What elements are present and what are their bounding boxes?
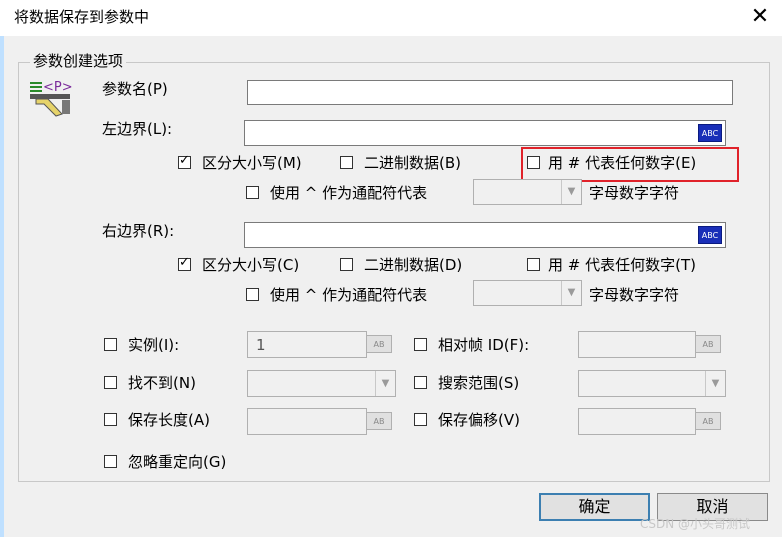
save-offset-checkbox[interactable]	[414, 413, 427, 426]
save-length-input[interactable]	[247, 408, 367, 435]
svg-text:<P>: <P>	[43, 80, 73, 95]
save-offset-label: 保存偏移(V)	[438, 411, 520, 429]
left-boundary-abc-button[interactable]: ABC	[698, 124, 722, 142]
chevron-down-icon[interactable]: ▼	[705, 371, 725, 396]
right-boundary-label: 右边界(R):	[102, 222, 175, 240]
left-wildcard-select[interactable]: ▼	[473, 179, 582, 205]
instance-checkbox[interactable]	[104, 338, 117, 351]
left-boundary-input[interactable]	[244, 120, 726, 146]
left-wildcard-suffix: 字母数字字符	[589, 184, 680, 202]
right-caret-wildcard-checkbox[interactable]	[246, 288, 259, 301]
save-length-checkbox[interactable]	[104, 413, 117, 426]
search-scope-checkbox[interactable]	[414, 376, 427, 389]
left-case-sensitive-checkbox[interactable]	[178, 153, 191, 169]
chevron-down-icon[interactable]: ▼	[561, 180, 581, 204]
watermark: CSDN @小头哥测试	[640, 517, 751, 531]
right-hash-digit-label: 用 # 代表任何数字(T)	[548, 256, 696, 274]
not-found-checkbox[interactable]	[104, 376, 117, 389]
right-wildcard-suffix: 字母数字字符	[589, 286, 680, 304]
right-binary-label: 二进制数据(D)	[364, 256, 463, 274]
instance-ab-button[interactable]: AB	[366, 335, 392, 353]
save-offset-ab-button[interactable]: AB	[695, 412, 721, 430]
right-case-sensitive-label: 区分大小写(C)	[202, 256, 300, 274]
param-name-label: 参数名(P)	[102, 80, 168, 98]
window-title: 将数据保存到参数中	[14, 8, 150, 26]
right-boundary-input[interactable]	[244, 222, 726, 248]
instance-input[interactable]: 1	[247, 331, 367, 358]
search-scope-label: 搜索范围(S)	[438, 374, 520, 392]
ok-button[interactable]: 确定	[539, 493, 650, 521]
relative-frame-input[interactable]	[578, 331, 696, 358]
save-offset-input[interactable]	[578, 408, 696, 435]
left-boundary-label: 左边界(L):	[102, 120, 173, 138]
not-found-label: 找不到(N)	[128, 374, 196, 392]
ignore-redirect-label: 忽略重定向(G)	[128, 453, 227, 471]
left-caret-wildcard-label: 使用 ^ 作为通配符代表	[270, 184, 428, 202]
chevron-down-icon[interactable]: ▼	[561, 281, 581, 305]
left-binary-label: 二进制数据(B)	[364, 154, 461, 172]
parameter-icon: <P>	[30, 80, 73, 117]
right-hash-digit-checkbox[interactable]	[527, 258, 540, 271]
right-wildcard-select[interactable]: ▼	[473, 280, 582, 306]
relative-frame-label: 相对帧 ID(F):	[438, 336, 530, 354]
instance-label: 实例(I):	[128, 336, 180, 354]
relative-frame-checkbox[interactable]	[414, 338, 427, 351]
right-boundary-abc-button[interactable]: ABC	[698, 226, 722, 244]
group-legend: 参数创建选项	[30, 50, 127, 71]
right-caret-wildcard-label: 使用 ^ 作为通配符代表	[270, 286, 428, 304]
right-binary-checkbox[interactable]	[340, 258, 353, 271]
red-highlight-box	[521, 147, 739, 182]
ignore-redirect-checkbox[interactable]	[104, 455, 117, 468]
instance-value: 1	[256, 336, 266, 354]
left-caret-wildcard-checkbox[interactable]	[246, 186, 259, 199]
close-icon[interactable]: ✕	[744, 0, 776, 34]
search-scope-select[interactable]: ▼	[578, 370, 726, 397]
dialog-left-edge	[0, 36, 4, 537]
chevron-down-icon[interactable]: ▼	[375, 371, 395, 396]
right-case-sensitive-checkbox[interactable]	[178, 255, 191, 271]
left-case-sensitive-label: 区分大小写(M)	[202, 154, 302, 172]
save-length-label: 保存长度(A)	[128, 411, 210, 429]
not-found-select[interactable]: ▼	[247, 370, 396, 397]
relative-frame-ab-button[interactable]: AB	[695, 335, 721, 353]
param-name-input[interactable]	[247, 80, 733, 105]
save-length-ab-button[interactable]: AB	[366, 412, 392, 430]
left-binary-checkbox[interactable]	[340, 156, 353, 169]
